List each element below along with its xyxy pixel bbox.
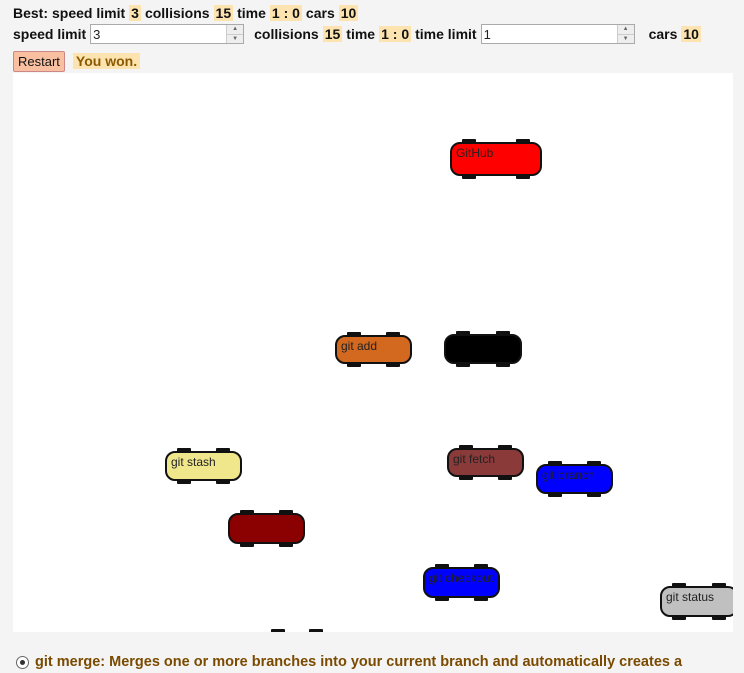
- car-label: [228, 513, 305, 544]
- best-cars-label: cars: [305, 5, 335, 21]
- best-time-label: time: [237, 5, 266, 21]
- spinner-down-icon[interactable]: ▼: [227, 35, 243, 44]
- controls-row: Restart You won.: [13, 50, 141, 72]
- car[interactable]: git checkout: [423, 564, 500, 601]
- game-area[interactable]: GitHub git add git stash git fetch git b…: [13, 73, 733, 632]
- car[interactable]: git branch: [536, 461, 613, 497]
- car-label: [444, 334, 522, 364]
- collisions-value: 15: [322, 26, 343, 42]
- car[interactable]: [263, 629, 331, 632]
- car[interactable]: GitHub: [450, 139, 542, 179]
- car-label: git stash: [165, 451, 242, 481]
- restart-button[interactable]: Restart: [13, 50, 65, 72]
- time-limit-input[interactable]: [481, 25, 617, 43]
- spinner-down-icon[interactable]: ▼: [618, 35, 634, 44]
- radio-icon[interactable]: [16, 655, 29, 669]
- car-label: git add: [335, 335, 412, 364]
- car[interactable]: [228, 510, 305, 547]
- car-label: git branch: [536, 464, 613, 494]
- speed-limit-spinner-arrows[interactable]: ▲ ▼: [226, 25, 244, 44]
- car[interactable]: git fetch: [447, 445, 524, 480]
- spinner-up-icon[interactable]: ▲: [227, 25, 244, 35]
- best-speed-limit-value: 3: [129, 5, 141, 21]
- time-value: 1 : 0: [379, 26, 412, 42]
- time-limit-spinner-arrows[interactable]: ▲ ▼: [616, 25, 634, 44]
- car-label: git status: [660, 586, 733, 617]
- best-time-value: 1 : 0: [269, 5, 302, 21]
- car[interactable]: git stash: [165, 448, 242, 484]
- speed-limit-spinner[interactable]: ▲ ▼: [90, 24, 245, 44]
- car-label: git fetch: [447, 448, 524, 477]
- car-label: GitHub: [450, 142, 542, 176]
- best-collisions-label: collisions: [144, 5, 210, 21]
- time-limit-spinner[interactable]: ▲ ▼: [480, 24, 635, 44]
- best-cars-value: 10: [338, 5, 359, 21]
- speed-limit-label: speed limit: [13, 26, 87, 42]
- spinner-up-icon[interactable]: ▲: [617, 25, 634, 35]
- car[interactable]: [444, 331, 522, 367]
- best-speed-limit-label: speed limit: [52, 5, 126, 21]
- time-limit-label: time limit: [415, 26, 477, 42]
- cars-label: cars: [648, 26, 678, 42]
- command-description: git merge: Merges one or more branches i…: [16, 653, 744, 671]
- cars-value: 10: [681, 26, 701, 42]
- current-stats-row: speed limit ▲ ▼ collisions 15 time 1 : 0…: [13, 23, 701, 45]
- car-label: git checkout: [423, 567, 500, 598]
- best-stats-row: Best: speed limit 3 collisions 15 time 1…: [13, 4, 359, 22]
- best-collisions-value: 15: [213, 5, 234, 21]
- time-label: time: [346, 26, 376, 42]
- best-label: Best:: [13, 5, 49, 21]
- car[interactable]: git status: [660, 583, 733, 620]
- car[interactable]: git add: [335, 332, 412, 367]
- speed-limit-input[interactable]: [91, 25, 227, 43]
- command-description-text: git merge: Merges one or more branches i…: [35, 654, 683, 670]
- status-message: You won.: [72, 53, 141, 69]
- collisions-label: collisions: [254, 26, 319, 42]
